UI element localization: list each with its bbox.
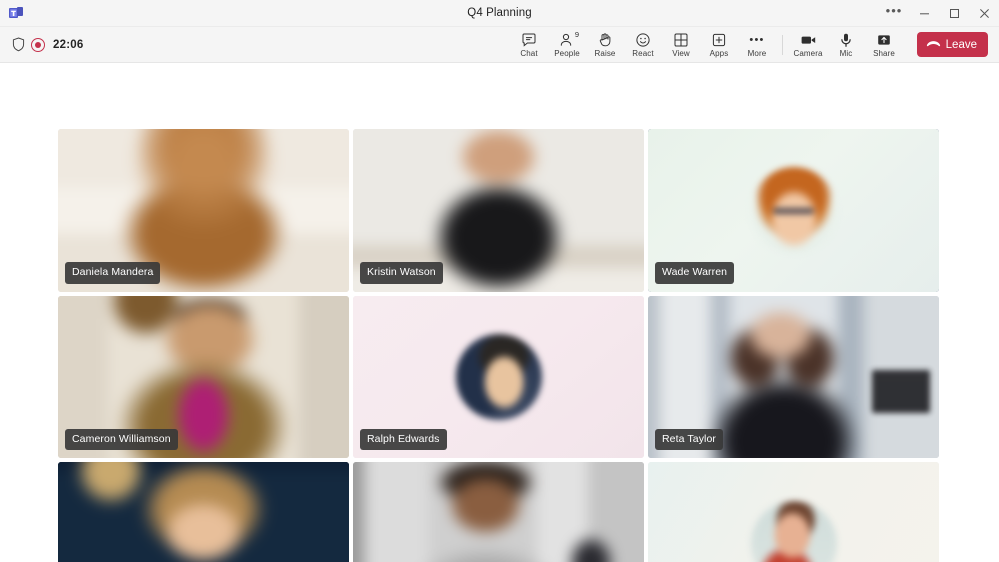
more-dots-icon: ••• [749, 32, 764, 48]
chat-icon [521, 32, 537, 48]
meeting-toolbar: 22:06 Chat 9 People [0, 27, 999, 63]
people-count-badge: 9 [575, 31, 579, 39]
participant-tile-cameron-williamson[interactable]: Cameron Williamson [58, 296, 349, 459]
toolbar-button-view[interactable]: View [662, 27, 700, 62]
maximize-icon [949, 8, 960, 19]
video-feed [353, 462, 644, 562]
toolbar-divider [782, 35, 783, 55]
avatar-container [648, 462, 939, 562]
page-title: Q4 Planning [0, 7, 999, 19]
participant-tile-jerome-bell[interactable]: Jerome Bell [353, 462, 644, 562]
toolbar-label-mic: Mic [840, 49, 853, 58]
titlebar-more-button[interactable]: ••• [879, 0, 909, 26]
smiley-icon [635, 32, 651, 48]
avatar [751, 501, 837, 562]
more-dots-icon: ••• [886, 4, 903, 17]
toolbar-button-share[interactable]: Share [865, 27, 903, 62]
toolbar-button-mic[interactable]: Mic [827, 27, 865, 62]
teams-logo-icon [8, 5, 24, 21]
microphone-icon [838, 32, 854, 48]
participant-tile-savannah-nguyen[interactable]: Savannah Nguyen [648, 462, 939, 562]
participant-tile-daniela-mandera[interactable]: Daniela Mandera [58, 129, 349, 292]
toolbar-label-chat: Chat [520, 49, 537, 58]
participant-tile-reta-taylor[interactable]: Reta Taylor [648, 296, 939, 459]
toolbar-label-react: React [632, 49, 653, 58]
close-icon [979, 8, 990, 19]
participant-name: Reta Taylor [655, 429, 723, 451]
hangup-icon [926, 37, 941, 52]
record-dot-icon [31, 38, 45, 52]
leave-button[interactable]: Leave [917, 32, 988, 57]
video-feed [58, 462, 349, 562]
meeting-status-group: 22:06 [0, 37, 83, 52]
people-icon: 9 [559, 32, 575, 48]
shield-icon[interactable] [12, 37, 25, 52]
title-bar: Q4 Planning ••• [0, 0, 999, 27]
toolbar-button-raise[interactable]: Raise [586, 27, 624, 62]
toolbar-label-camera: Camera [793, 49, 822, 58]
participant-tile-wade-warren[interactable]: Wade Warren [648, 129, 939, 292]
toolbar-label-raise: Raise [595, 49, 616, 58]
maximize-button[interactable] [939, 0, 969, 26]
apps-plus-icon [711, 32, 727, 48]
participant-name: Kristin Watson [360, 262, 443, 284]
participant-name: Cameron Williamson [65, 429, 178, 451]
toolbar-label-view: View [672, 49, 690, 58]
toolbar-button-people[interactable]: 9 People [548, 27, 586, 62]
toolbar-label-more: More [748, 49, 767, 58]
toolbar-button-camera[interactable]: Camera [789, 27, 827, 62]
raise-hand-icon [597, 32, 613, 48]
toolbar-button-chat[interactable]: Chat [510, 27, 548, 62]
toolbar-label-people: People [554, 49, 580, 58]
participant-name: Wade Warren [655, 262, 734, 284]
meeting-timer: 22:06 [53, 39, 83, 51]
leave-button-label: Leave [946, 39, 977, 51]
toolbar-label-share: Share [873, 49, 895, 58]
toolbar-label-apps: Apps [710, 49, 729, 58]
close-button[interactable] [969, 0, 999, 26]
toolbar-actions: Chat 9 People Raise [510, 27, 903, 62]
video-stage: Daniela Mandera Kristin Watson Wade Warr… [0, 63, 999, 562]
toolbar-button-react[interactable]: React [624, 27, 662, 62]
window-controls: ••• [879, 0, 999, 26]
avatar [751, 167, 837, 253]
minimize-button[interactable] [909, 0, 939, 26]
participant-tile-kristin-watson[interactable]: Kristin Watson [353, 129, 644, 292]
grid-view-icon [673, 32, 689, 48]
participant-grid: Daniela Mandera Kristin Watson Wade Warr… [58, 129, 939, 562]
minimize-icon [919, 8, 930, 19]
participant-tile-ralph-edwards[interactable]: Ralph Edwards [353, 296, 644, 459]
avatar [456, 334, 542, 420]
camera-icon [800, 32, 817, 48]
toolbar-button-more[interactable]: ••• More [738, 27, 776, 62]
participant-tile-floyd-miles[interactable]: Floyd Miles [58, 462, 349, 562]
participant-name: Ralph Edwards [360, 429, 447, 451]
share-screen-icon [876, 32, 892, 48]
participant-name: Daniela Mandera [65, 262, 160, 284]
toolbar-button-apps[interactable]: Apps [700, 27, 738, 62]
